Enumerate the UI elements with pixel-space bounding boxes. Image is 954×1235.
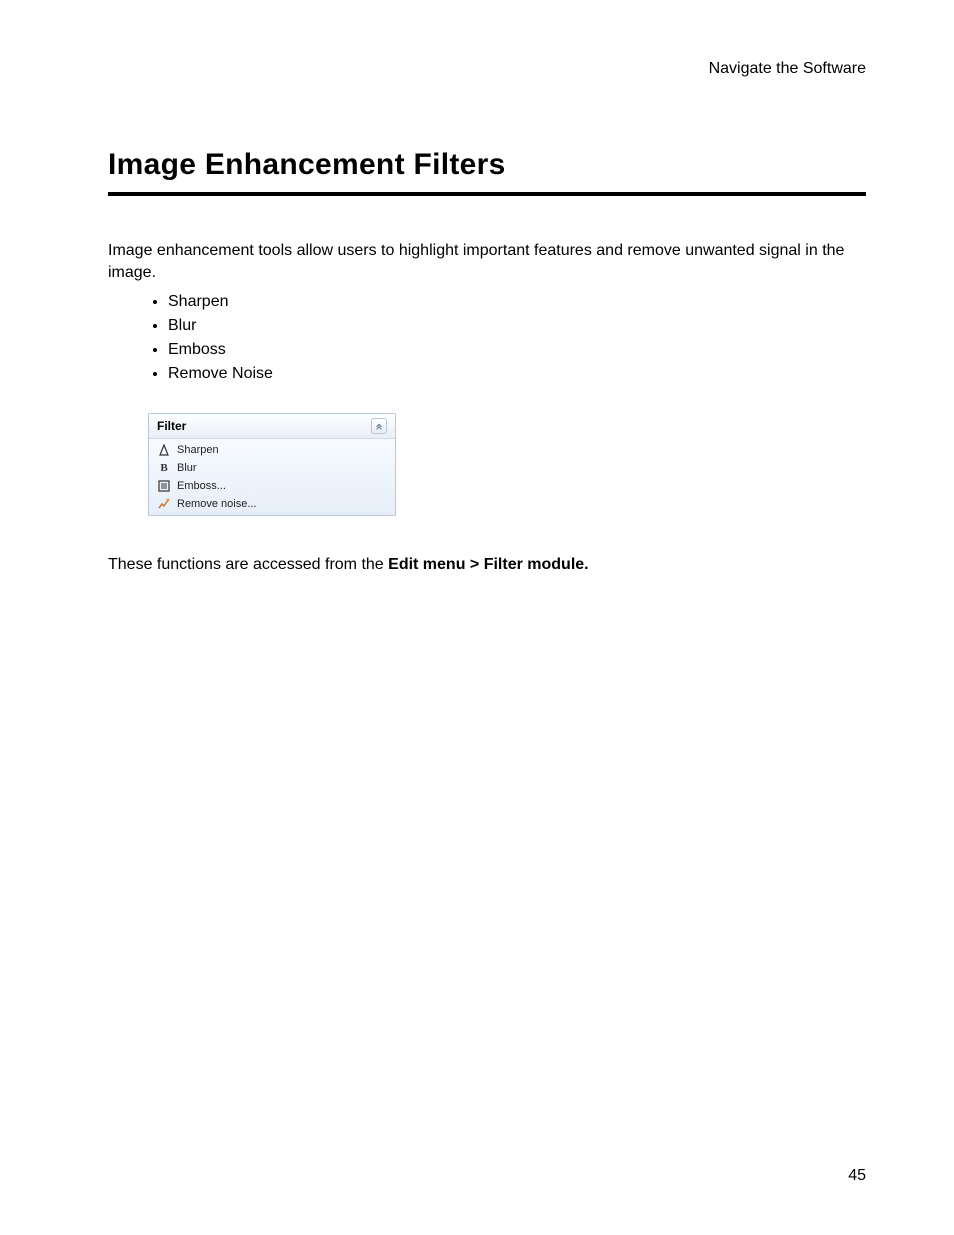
- filter-item-label: Emboss...: [177, 480, 226, 492]
- filter-panel-header[interactable]: Filter: [149, 414, 395, 439]
- noise-icon: [157, 497, 171, 511]
- bullet-item: Remove Noise: [168, 365, 866, 383]
- collapse-icon[interactable]: [371, 418, 387, 434]
- filter-item-emboss[interactable]: Emboss...: [149, 477, 395, 495]
- filter-panel-body: Sharpen B Blur Emboss... Remove nois: [149, 439, 395, 515]
- access-note: These functions are accessed from the Ed…: [108, 556, 866, 574]
- sharpen-icon: [157, 443, 171, 457]
- filter-panel-screenshot: Filter Sharpen B Blur: [148, 413, 866, 516]
- filter-panel-title: Filter: [157, 419, 186, 433]
- document-page: Navigate the Software Image Enhancement …: [0, 0, 954, 1235]
- bullet-item: Emboss: [168, 341, 866, 359]
- feature-bullets: Sharpen Blur Emboss Remove Noise: [168, 293, 866, 383]
- filter-panel: Filter Sharpen B Blur: [148, 413, 396, 516]
- page-number: 45: [848, 1167, 866, 1185]
- emboss-icon: [157, 479, 171, 493]
- filter-item-sharpen[interactable]: Sharpen: [149, 441, 395, 459]
- bullet-item: Sharpen: [168, 293, 866, 311]
- blur-icon: B: [157, 461, 171, 475]
- filter-item-remove-noise[interactable]: Remove noise...: [149, 495, 395, 513]
- filter-item-label: Sharpen: [177, 444, 219, 456]
- intro-paragraph: Image enhancement tools allow users to h…: [108, 240, 866, 283]
- page-title: Image Enhancement Filters: [108, 148, 866, 196]
- access-note-prefix: These functions are accessed from the: [108, 556, 388, 573]
- filter-item-blur[interactable]: B Blur: [149, 459, 395, 477]
- bullet-item: Blur: [168, 317, 866, 335]
- filter-item-label: Remove noise...: [177, 498, 256, 510]
- header-breadcrumb: Navigate the Software: [108, 60, 866, 78]
- filter-item-label: Blur: [177, 462, 197, 474]
- access-note-path: Edit menu > Filter module.: [388, 556, 588, 573]
